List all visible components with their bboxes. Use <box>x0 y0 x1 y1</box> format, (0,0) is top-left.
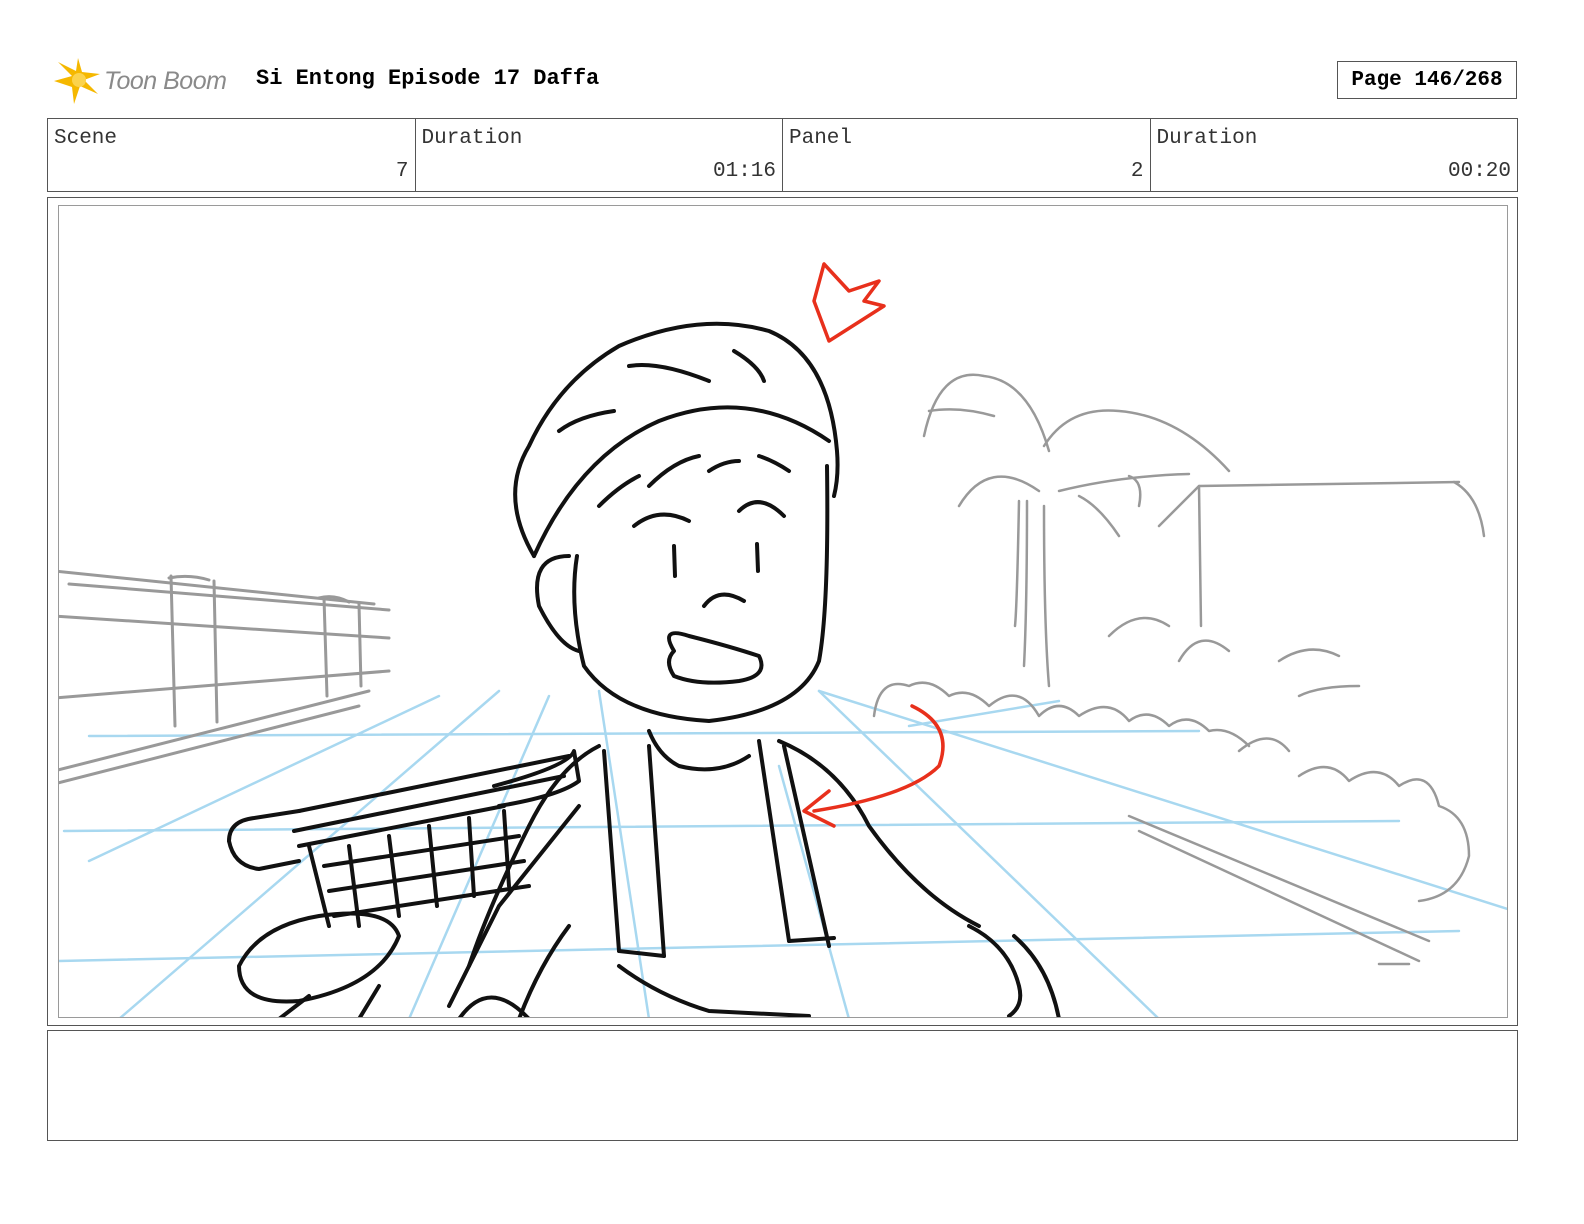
scene-duration-cell: Duration 01:16 <box>416 119 783 191</box>
logo-text: Toon Boom <box>104 66 227 95</box>
scene-label: Scene <box>54 127 118 150</box>
red-annotations <box>802 262 945 828</box>
scene-cell: Scene 7 <box>48 119 416 191</box>
scene-duration-value: 01:16 <box>712 160 776 183</box>
page-number: Page 146/268 <box>1337 61 1517 99</box>
panel-duration-cell: Duration 00:20 <box>1151 119 1518 191</box>
panel-duration-value: 00:20 <box>1447 160 1511 183</box>
scene-duration-label: Duration <box>421 127 523 150</box>
panel-value: 2 <box>1130 160 1144 183</box>
scene-value: 7 <box>395 160 409 183</box>
background-trees-house <box>872 373 1486 966</box>
panel-duration-label: Duration <box>1156 127 1258 150</box>
background-fence <box>59 570 391 785</box>
panel-label: Panel <box>789 127 853 150</box>
document-title: Si Entong Episode 17 Daffa <box>256 66 600 91</box>
sunburst-icon <box>54 58 100 104</box>
storyboard-panel-image <box>58 205 1508 1018</box>
panel-notes-box <box>47 1030 1518 1141</box>
toon-boom-logo: Toon Boom <box>52 56 227 106</box>
perspective-guides <box>59 689 1507 1017</box>
panel-cell: Panel 2 <box>783 119 1151 191</box>
storyboard-sketch <box>59 262 1507 1017</box>
character-sketch <box>227 321 1061 1017</box>
scene-info-table: Scene 7 Duration 01:16 Panel 2 Duration … <box>47 118 1518 192</box>
